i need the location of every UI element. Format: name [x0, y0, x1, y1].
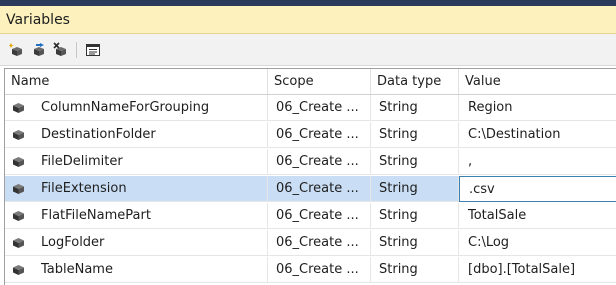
table-row[interactable]: ColumnNameForGrouping 06_Create ... Stri…	[5, 95, 616, 122]
variable-icon	[13, 184, 24, 194]
variable-icon	[13, 130, 24, 140]
variable-value-cell[interactable]: TotalSale	[459, 203, 616, 229]
column-header-value[interactable]: Value	[459, 69, 616, 94]
row-icon-cell	[5, 257, 31, 283]
variable-data-type-cell[interactable]: String	[371, 203, 459, 229]
variable-scope-cell[interactable]: 06_Create ...	[268, 149, 371, 175]
variable-name-cell[interactable]: TableName	[31, 257, 268, 283]
table-row[interactable]: FlatFileNamePart 06_Create ... String To…	[5, 203, 616, 230]
delete-variable-button[interactable]	[53, 42, 69, 58]
table-row[interactable]: LogFolder 06_Create ... String C:\Log	[5, 230, 616, 257]
panel-title: Variables	[6, 12, 70, 28]
table-row[interactable]: TableName 06_Create ... String [dbo].[To…	[5, 257, 616, 284]
variable-data-type-cell[interactable]: String	[371, 176, 459, 202]
table-row[interactable]: DestinationFolder 06_Create ... String C…	[5, 122, 616, 149]
column-header-name[interactable]: Name	[5, 69, 268, 94]
variable-scope-cell[interactable]: 06_Create ...	[268, 122, 371, 148]
row-icon-cell	[5, 149, 31, 175]
delete-variable-icon	[53, 42, 66, 56]
variable-name-cell[interactable]: FlatFileNamePart	[31, 203, 268, 229]
variable-name-cell[interactable]: FileExtension	[31, 176, 268, 202]
variable-icon	[13, 211, 24, 221]
column-header-data-type[interactable]: Data type	[371, 69, 459, 94]
variable-icon	[13, 238, 24, 248]
variable-value-cell[interactable]: Region	[459, 95, 616, 121]
variable-value-cell[interactable]: .csv	[459, 176, 616, 202]
grid-options-button[interactable]	[85, 42, 101, 58]
variable-icon	[13, 265, 24, 275]
variable-icon	[13, 103, 24, 113]
panel-title-bar: Variables	[0, 6, 616, 34]
variable-scope-cell[interactable]: 06_Create ...	[268, 176, 371, 202]
move-variable-button[interactable]	[31, 42, 47, 58]
variable-value-cell[interactable]: ,	[459, 149, 616, 175]
add-variable-button[interactable]	[8, 42, 25, 58]
toolbar	[0, 34, 616, 66]
add-variable-icon	[8, 43, 22, 56]
row-icon-cell	[5, 176, 31, 202]
variable-data-type-cell[interactable]: String	[371, 122, 459, 148]
grid-rows: ColumnNameForGrouping 06_Create ... Stri…	[5, 95, 616, 284]
row-icon-cell	[5, 122, 31, 148]
toolbar-separator	[76, 42, 77, 58]
variable-name-cell[interactable]: DestinationFolder	[31, 122, 268, 148]
variable-value-cell[interactable]: C:\Log	[459, 230, 616, 256]
grid-options-icon	[86, 44, 100, 56]
variable-name-cell[interactable]: FileDelimiter	[31, 149, 268, 175]
variables-grid: Name Scope Data type Value ColumnNameFor…	[4, 68, 616, 285]
variable-scope-cell[interactable]: 06_Create ...	[268, 230, 371, 256]
variable-scope-cell[interactable]: 06_Create ...	[268, 203, 371, 229]
variable-value-cell[interactable]: [dbo].[TotalSale]	[459, 257, 616, 283]
variable-data-type-cell[interactable]: String	[371, 95, 459, 121]
variable-name-cell[interactable]: ColumnNameForGrouping	[31, 95, 268, 121]
row-icon-cell	[5, 230, 31, 256]
variable-icon	[13, 157, 24, 167]
row-icon-cell	[5, 203, 31, 229]
variable-value-cell[interactable]: C:\Destination	[459, 122, 616, 148]
variable-scope-cell[interactable]: 06_Create ...	[268, 257, 371, 283]
variable-data-type-cell[interactable]: String	[371, 230, 459, 256]
variable-name-cell[interactable]: LogFolder	[31, 230, 268, 256]
grid-header: Name Scope Data type Value	[5, 69, 616, 95]
variable-data-type-cell[interactable]: String	[371, 149, 459, 175]
table-row[interactable]: FileExtension 06_Create ... String .csv	[5, 176, 616, 203]
variable-data-type-cell[interactable]: String	[371, 257, 459, 283]
move-variable-icon	[34, 43, 44, 56]
table-row[interactable]: FileDelimiter 06_Create ... String ,	[5, 149, 616, 176]
variable-scope-cell[interactable]: 06_Create ...	[268, 95, 371, 121]
row-icon-cell	[5, 95, 31, 121]
column-header-scope[interactable]: Scope	[268, 69, 371, 94]
